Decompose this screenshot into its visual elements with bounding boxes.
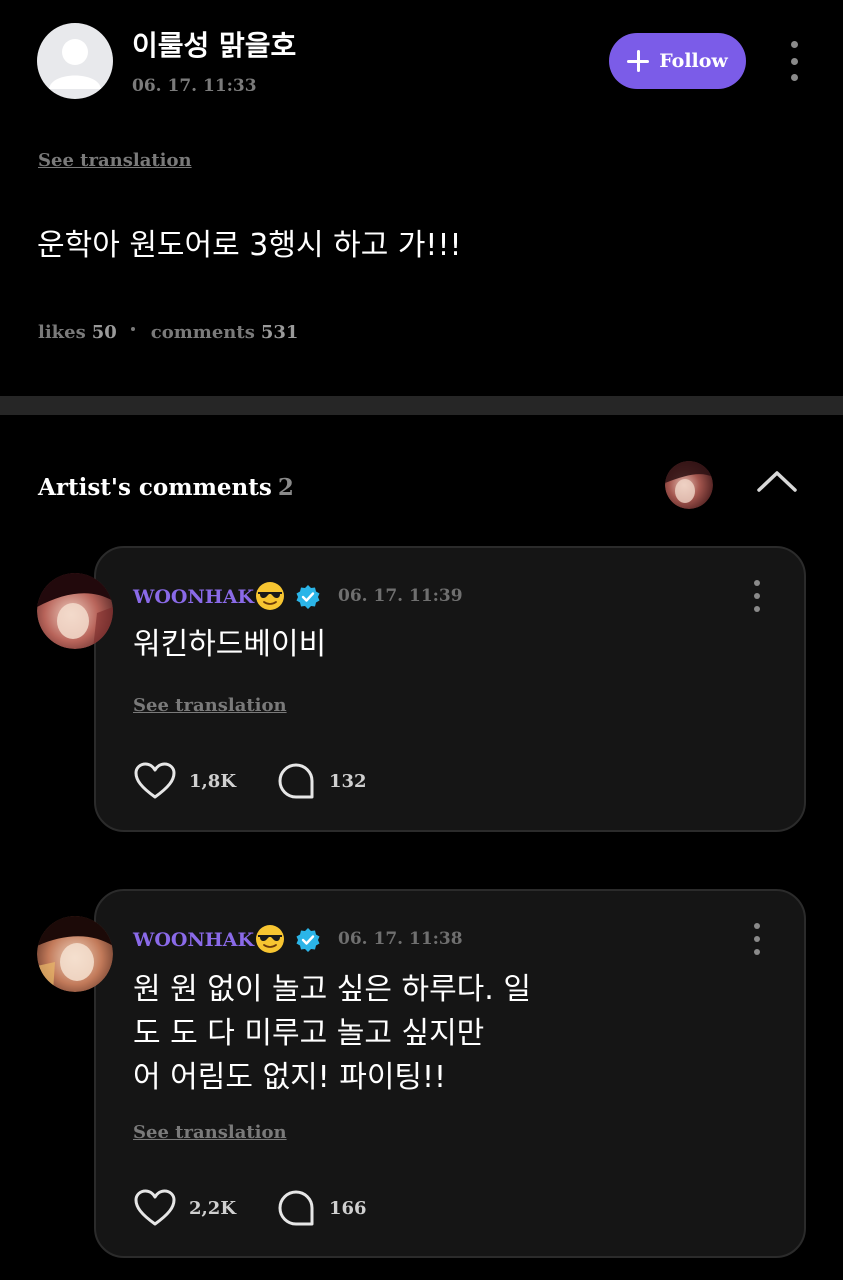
default-user-icon (49, 39, 101, 89)
reply-bubble-icon[interactable] (277, 1189, 315, 1227)
comment-text: 워킨하드베이비 (133, 627, 327, 662)
stats-separator (130, 326, 135, 331)
heart-icon[interactable] (133, 1188, 177, 1228)
artist-comments-title[interactable]: Artist's comments 2 (38, 474, 294, 501)
verified-badge-icon (296, 928, 320, 952)
comment-see-translation-link[interactable]: See translation (133, 695, 287, 716)
likes-count: 50 (91, 322, 117, 343)
comment-text: 원 원 없이 놀고 싶은 하루다. 일 도 도 다 미루고 놀고 싶지만 어 어… (133, 972, 531, 1095)
artist-comment-card: WOONHAK 06. 17. 11:38 원 원 없이 놀고 싶은 하루다. … (94, 889, 806, 1258)
follow-button-label: Follow (659, 50, 728, 72)
comment-author[interactable]: WOONHAK (133, 582, 321, 612)
comment-more-options-icon[interactable] (752, 580, 762, 612)
artist-avatar[interactable] (37, 573, 113, 649)
comments-count[interactable]: 531 (261, 322, 299, 343)
collapse-chevron-up-icon[interactable] (756, 468, 798, 494)
comments-label[interactable]: comments (151, 322, 255, 343)
heart-icon[interactable] (133, 761, 177, 801)
comment-actions: 2,2K 166 (133, 1188, 367, 1228)
post-body-text: 운학아 원도어로 3행시 하고 가!!! (37, 228, 462, 263)
comment-more-options-icon[interactable] (752, 923, 762, 955)
reply-bubble-icon[interactable] (277, 762, 315, 800)
comment-author[interactable]: WOONHAK (133, 925, 321, 955)
post-timestamp: 06. 17. 11:33 (132, 76, 257, 96)
post-see-translation-link[interactable]: See translation (38, 150, 192, 171)
author-avatar[interactable] (37, 23, 113, 99)
comment-timestamp: 06. 17. 11:39 (338, 586, 463, 606)
post-header: 이룰성 맑을호 06. 17. 11:33 Follow (0, 0, 843, 120)
artist-comments-label: Artist's comments (38, 474, 272, 501)
like-count: 1,8K (189, 770, 236, 792)
artist-avatar[interactable] (37, 916, 113, 992)
post-more-options-icon[interactable] (788, 41, 800, 81)
likes-label: likes (38, 322, 86, 343)
sunglasses-emoji-icon (256, 925, 285, 953)
artist-comments-count: 2 (277, 474, 294, 501)
artist-comment-card: WOONHAK 06. 17. 11:39 워킨하드베이비 See transl… (94, 546, 806, 832)
comment-timestamp: 06. 17. 11:38 (338, 929, 463, 949)
reply-count: 166 (329, 1197, 367, 1219)
reply-count: 132 (329, 770, 367, 792)
like-count: 2,2K (189, 1197, 236, 1219)
comment-author-name: WOONHAK (133, 929, 255, 951)
comment-see-translation-link[interactable]: See translation (133, 1122, 287, 1143)
plus-icon (627, 50, 650, 72)
comment-author-name: WOONHAK (133, 586, 255, 608)
artist-thumbnail-avatar[interactable] (665, 461, 713, 509)
verified-badge-icon (296, 585, 320, 609)
sunglasses-emoji-icon (256, 582, 285, 610)
author-name[interactable]: 이룰성 맑을호 (132, 24, 296, 64)
section-divider (0, 396, 843, 415)
comment-actions: 1,8K 132 (133, 761, 367, 801)
follow-button[interactable]: Follow (609, 33, 746, 89)
post-stats: likes 50 comments 531 (38, 322, 298, 343)
